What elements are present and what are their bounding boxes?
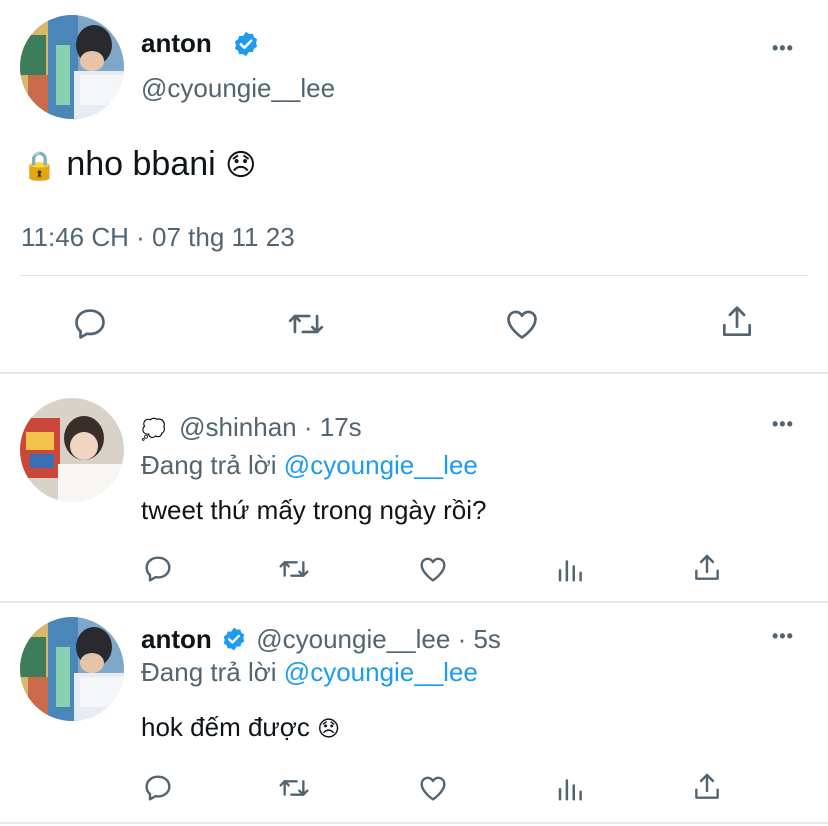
display-name[interactable]: anton <box>141 624 212 654</box>
tweet-text-content: nho bbani <box>66 145 216 183</box>
retweet-icon[interactable] <box>276 553 312 585</box>
like-icon[interactable] <box>416 553 450 585</box>
share-icon[interactable] <box>691 770 723 804</box>
avatar[interactable] <box>20 617 124 721</box>
avatar[interactable] <box>20 398 124 502</box>
reply-time: · 17s <box>303 412 362 442</box>
tweet-text: 🔒 nho bbani 😞 <box>22 145 256 184</box>
verified-badge-icon <box>221 626 247 652</box>
reply-time: · 5s <box>457 624 501 654</box>
more-options-icon[interactable]: ••• <box>772 626 794 647</box>
disappointed-face-icon: 😞 <box>317 716 341 741</box>
display-name[interactable]: anton <box>141 28 212 59</box>
share-icon[interactable] <box>691 551 723 585</box>
reply-icon[interactable] <box>71 305 109 343</box>
reply-header: 💭 @shinhan · 17s <box>141 412 362 443</box>
reply-header: anton @cyoungie__lee · 5s <box>141 624 501 655</box>
analytics-icon[interactable] <box>555 772 585 804</box>
analytics-icon[interactable] <box>555 553 585 585</box>
reply-text: tweet thứ mấy trong ngày rồi? <box>141 495 487 525</box>
user-handle[interactable]: @cyoungie__lee <box>256 624 450 654</box>
tweet-timestamp[interactable]: 11:46 CH · 07 thg 11 23 <box>21 222 295 253</box>
replying-to-line: Đang trả lời @cyoungie__lee <box>141 657 478 688</box>
bubbles-icon: 💭 <box>141 419 166 441</box>
replying-to-line: Đang trả lời @cyoungie__lee <box>141 450 478 481</box>
divider <box>20 275 808 276</box>
user-handle[interactable]: @cyoungie__lee <box>141 73 335 104</box>
more-options-icon[interactable]: ••• <box>772 38 794 59</box>
replying-to-label: Đang trả lời <box>141 657 277 687</box>
retweet-icon[interactable] <box>285 305 327 343</box>
replying-to-label: Đang trả lời <box>141 450 277 480</box>
lock-icon: 🔒 <box>22 150 57 181</box>
verified-badge-icon <box>232 30 260 58</box>
section-divider <box>0 372 828 374</box>
like-icon[interactable] <box>416 772 450 804</box>
replying-to-handle[interactable]: @cyoungie__lee <box>284 450 478 480</box>
reply-text-content: hok đếm được <box>141 712 310 742</box>
user-handle[interactable]: @shinhan <box>179 412 296 442</box>
like-icon[interactable] <box>502 305 542 343</box>
avatar[interactable] <box>20 15 124 119</box>
retweet-icon[interactable] <box>276 772 312 804</box>
disappointed-face-icon: 😞 <box>225 149 257 182</box>
section-divider <box>0 601 828 603</box>
reply-text: hok đếm được 😞 <box>141 712 340 743</box>
reply-icon[interactable] <box>142 772 174 804</box>
more-options-icon[interactable]: ••• <box>772 414 794 435</box>
replying-to-handle[interactable]: @cyoungie__lee <box>284 657 478 687</box>
reply-icon[interactable] <box>142 553 174 585</box>
section-divider <box>0 822 828 824</box>
share-icon[interactable] <box>718 302 756 342</box>
